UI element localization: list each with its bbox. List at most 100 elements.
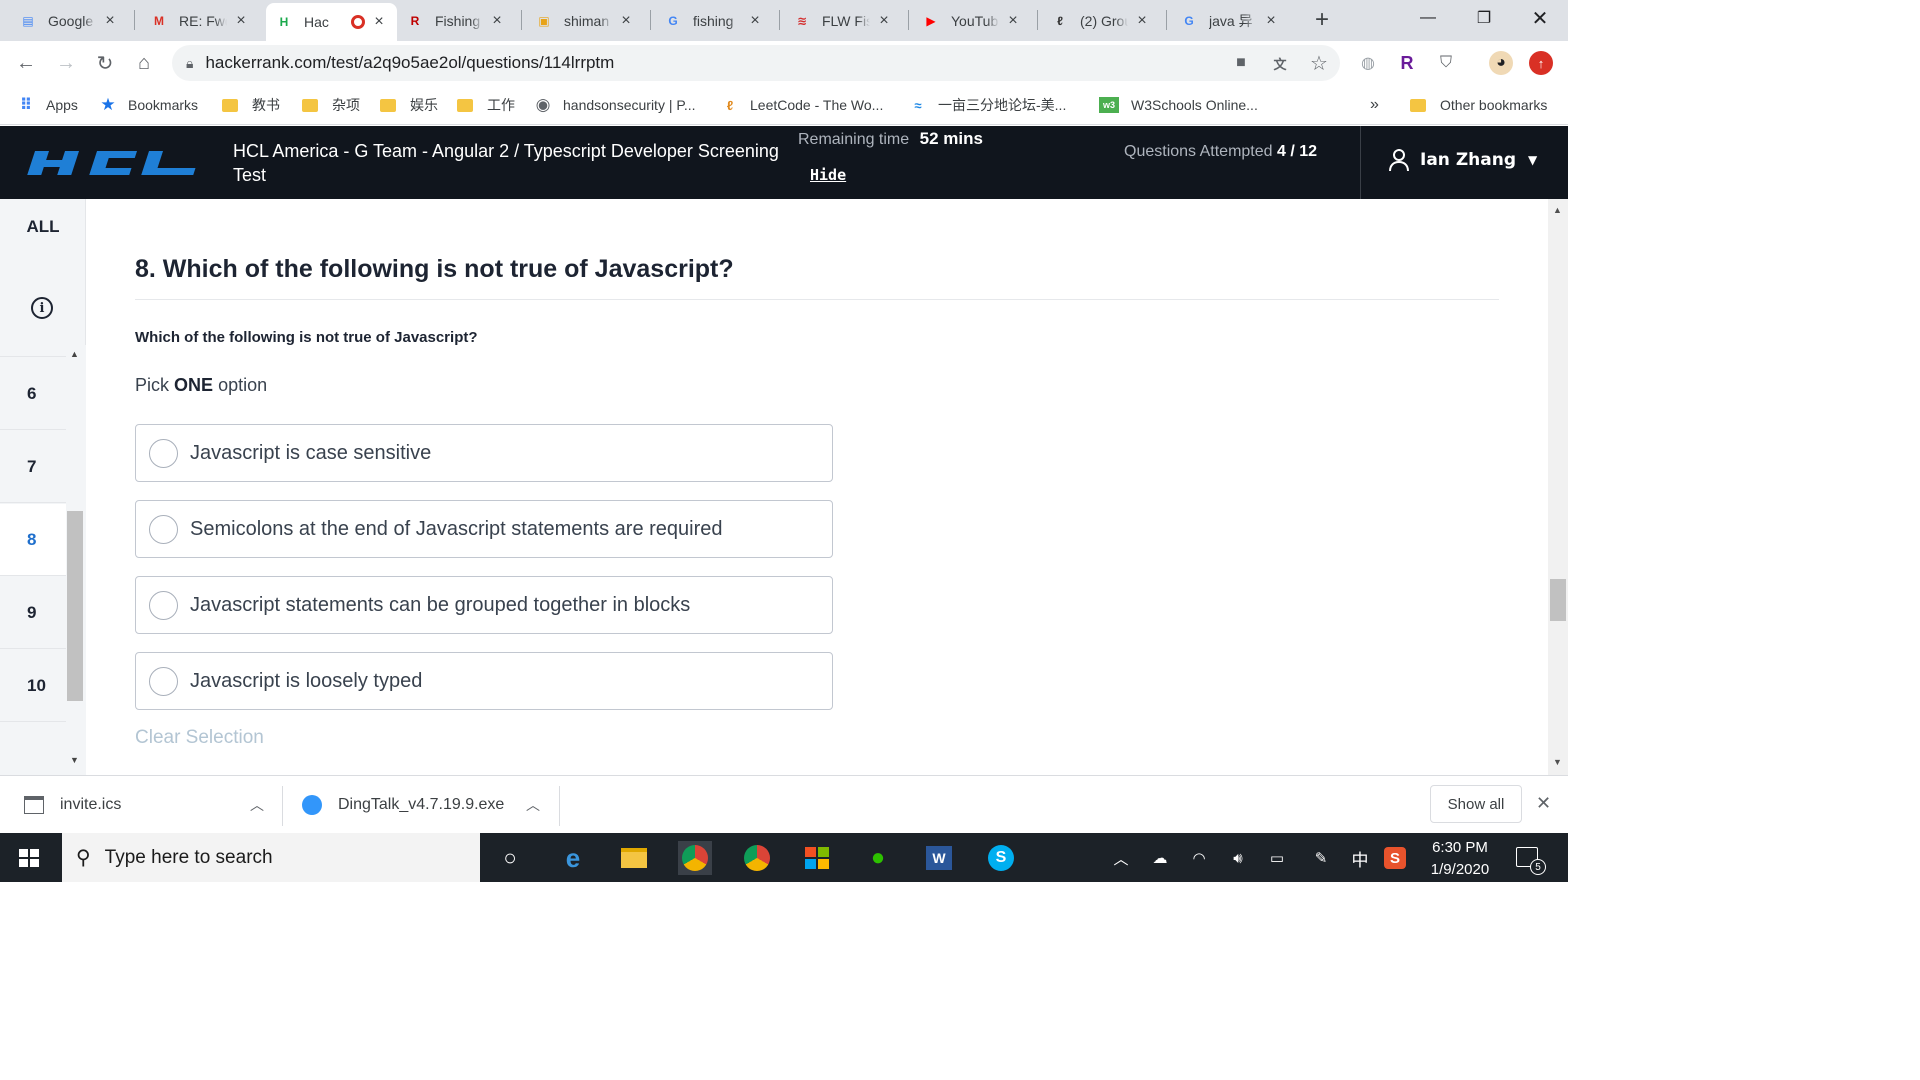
clear-selection-button[interactable]: Clear Selection xyxy=(135,727,264,749)
page-scrollbar[interactable]: ▲ ▼ xyxy=(1548,199,1568,775)
scroll-up-arrow-icon[interactable]: ▲ xyxy=(70,349,79,359)
bookmark-item[interactable]: w3 W3Schools Online... xyxy=(1099,93,1258,117)
home-button[interactable]: ⌂ xyxy=(128,47,160,79)
microsoft-store-icon[interactable] xyxy=(800,841,834,875)
browser-tab[interactable]: ▤ Google × xyxy=(10,0,128,41)
profile-avatar[interactable]: ◕ xyxy=(1489,51,1513,75)
info-icon[interactable]: i xyxy=(31,297,53,319)
browser-tab[interactable]: M RE: Fwd × xyxy=(141,0,259,41)
new-tab-button[interactable]: + xyxy=(1308,6,1336,34)
answer-option[interactable]: Semicolons at the end of Javascript stat… xyxy=(135,500,833,558)
battery-icon[interactable]: ▭ xyxy=(1266,847,1288,869)
scroll-thumb[interactable] xyxy=(67,511,83,701)
answer-option[interactable]: Javascript statements can be grouped tog… xyxy=(135,576,833,634)
browser-tab[interactable]: ▶ YouTub × xyxy=(913,0,1031,41)
question-nav-item[interactable]: 8 xyxy=(0,504,66,576)
bookmark-item[interactable]: 教书 xyxy=(222,93,280,117)
question-nav-item[interactable]: 7 xyxy=(0,431,66,503)
question-nav-item[interactable]: 9 xyxy=(0,577,66,649)
extension-globe-icon[interactable]: ◍ xyxy=(1356,51,1380,75)
close-tab-icon[interactable]: × xyxy=(1263,12,1279,30)
scroll-down-arrow-icon[interactable]: ▼ xyxy=(70,755,79,765)
skype-icon[interactable]: S xyxy=(984,841,1018,875)
close-tab-icon[interactable]: × xyxy=(618,12,634,30)
browser-tab[interactable]: ℓ (2) Grou × xyxy=(1042,0,1160,41)
extension-shield-icon[interactable]: ⛉ xyxy=(1434,51,1458,75)
browser-tab[interactable]: H Hac × xyxy=(266,3,397,41)
browser-tab[interactable]: ▣ shiman × xyxy=(526,0,644,41)
show-all-downloads-button[interactable]: Show all xyxy=(1430,785,1522,823)
minimize-window-button[interactable]: — xyxy=(1400,0,1456,36)
bookmark-item[interactable]: 娱乐 xyxy=(380,93,438,117)
volume-icon[interactable]: 🔊︎ xyxy=(1227,847,1249,869)
camera-icon[interactable]: ■ xyxy=(1229,51,1253,75)
radio-button[interactable] xyxy=(149,438,178,468)
file-explorer-icon[interactable] xyxy=(617,841,651,875)
download-item-dingtalk[interactable]: DingTalk_v4.7.19.9.exe ︿ xyxy=(302,776,540,834)
close-tab-icon[interactable]: × xyxy=(747,12,763,30)
sogou-icon[interactable]: S xyxy=(1384,847,1406,869)
scroll-down-arrow-icon[interactable]: ▼ xyxy=(1553,757,1562,767)
wifi-icon[interactable]: ◠ xyxy=(1188,847,1210,869)
pen-icon[interactable]: ✎ xyxy=(1310,847,1332,869)
bookmark-item[interactable]: ⠿ Apps xyxy=(18,93,78,117)
windows-start-icon[interactable] xyxy=(19,849,39,867)
all-questions-button[interactable]: ALL xyxy=(0,217,86,237)
close-tab-icon[interactable]: × xyxy=(1005,12,1021,30)
bookmark-item[interactable]: 工作 xyxy=(457,93,515,117)
browser-tab[interactable]: Gjava 异 × xyxy=(1171,0,1289,41)
other-bookmarks-folder[interactable]: Other bookmarks xyxy=(1410,93,1547,117)
close-tab-icon[interactable]: × xyxy=(1134,12,1150,30)
cortana-icon[interactable]: ○ xyxy=(493,841,527,875)
browser-tab[interactable]: ≋ FLW Fis × xyxy=(784,0,902,41)
question-nav-item[interactable]: 5 xyxy=(0,345,66,357)
edge-icon[interactable]: e xyxy=(556,841,590,875)
wechat-icon[interactable]: ● xyxy=(861,841,895,875)
forward-button[interactable]: → xyxy=(50,47,82,79)
question-list-scrollbar[interactable]: ▲ ▼ xyxy=(66,345,86,775)
show-hidden-icons-icon[interactable]: ︿ xyxy=(1110,847,1132,869)
bookmark-item[interactable]: 杂项 xyxy=(302,93,360,117)
close-window-button[interactable]: ✕ xyxy=(1512,0,1568,36)
user-menu[interactable]: Ian Zhang ▼ xyxy=(1388,148,1537,172)
ime-indicator[interactable]: 中 xyxy=(1349,847,1371,870)
answer-option[interactable]: Javascript is loosely typed xyxy=(135,652,833,710)
chevron-up-icon[interactable]: ︿ xyxy=(250,795,264,815)
hide-timer-button[interactable]: Hide xyxy=(810,166,846,184)
radio-button[interactable] xyxy=(149,590,178,620)
word-icon[interactable]: W xyxy=(922,841,956,875)
update-icon[interactable]: ↑ xyxy=(1529,51,1553,75)
close-tab-icon[interactable]: × xyxy=(876,12,892,30)
back-button[interactable]: ← xyxy=(10,47,42,79)
chevron-up-icon[interactable]: ︿ xyxy=(526,795,540,815)
taskbar-search-box[interactable]: ⚲ Type here to search xyxy=(62,833,480,882)
radio-button[interactable] xyxy=(149,666,178,696)
chrome-icon[interactable] xyxy=(678,841,712,875)
close-downloads-bar-icon[interactable]: ✕ xyxy=(1536,793,1551,814)
address-bar[interactable]: 🔒︎ hackerrank.com/test/a2q9o5ae2ol/quest… xyxy=(172,45,1340,81)
close-tab-icon[interactable]: × xyxy=(489,12,505,30)
radio-button[interactable] xyxy=(149,514,178,544)
extension-r-icon[interactable]: R xyxy=(1395,51,1419,75)
close-tab-icon[interactable]: × xyxy=(371,13,387,31)
chrome-profile-icon[interactable] xyxy=(740,841,774,875)
restore-window-button[interactable]: ❐ xyxy=(1456,0,1512,36)
question-nav-item[interactable]: 6 xyxy=(0,358,66,430)
reload-button[interactable]: ↻ xyxy=(89,47,121,79)
close-tab-icon[interactable]: × xyxy=(233,12,249,30)
more-bookmarks-button[interactable]: » xyxy=(1370,93,1379,117)
close-tab-icon[interactable]: × xyxy=(102,12,118,30)
bookmark-item[interactable]: ★ Bookmarks xyxy=(100,93,198,117)
download-item-invite[interactable]: invite.ics ︿ xyxy=(24,776,264,834)
bookmark-item[interactable]: ◉ handsonsecurity | P... xyxy=(535,93,696,117)
scroll-thumb[interactable] xyxy=(1550,579,1566,621)
browser-tab[interactable]: Gfishing × xyxy=(655,0,773,41)
browser-tab[interactable]: R Fishing × xyxy=(397,0,515,41)
bookmark-star-icon[interactable]: ☆ xyxy=(1307,51,1331,75)
onedrive-icon[interactable]: ☁ xyxy=(1149,847,1171,869)
bookmark-item[interactable]: ℓ LeetCode - The Wo... xyxy=(722,93,884,117)
scroll-up-arrow-icon[interactable]: ▲ xyxy=(1553,205,1562,215)
translate-icon[interactable]: 文 xyxy=(1268,51,1292,75)
system-clock[interactable]: 6:30 PM 1/9/2020 xyxy=(1418,837,1502,881)
bookmark-item[interactable]: ≈ 一亩三分地论坛-美... xyxy=(910,93,1066,117)
